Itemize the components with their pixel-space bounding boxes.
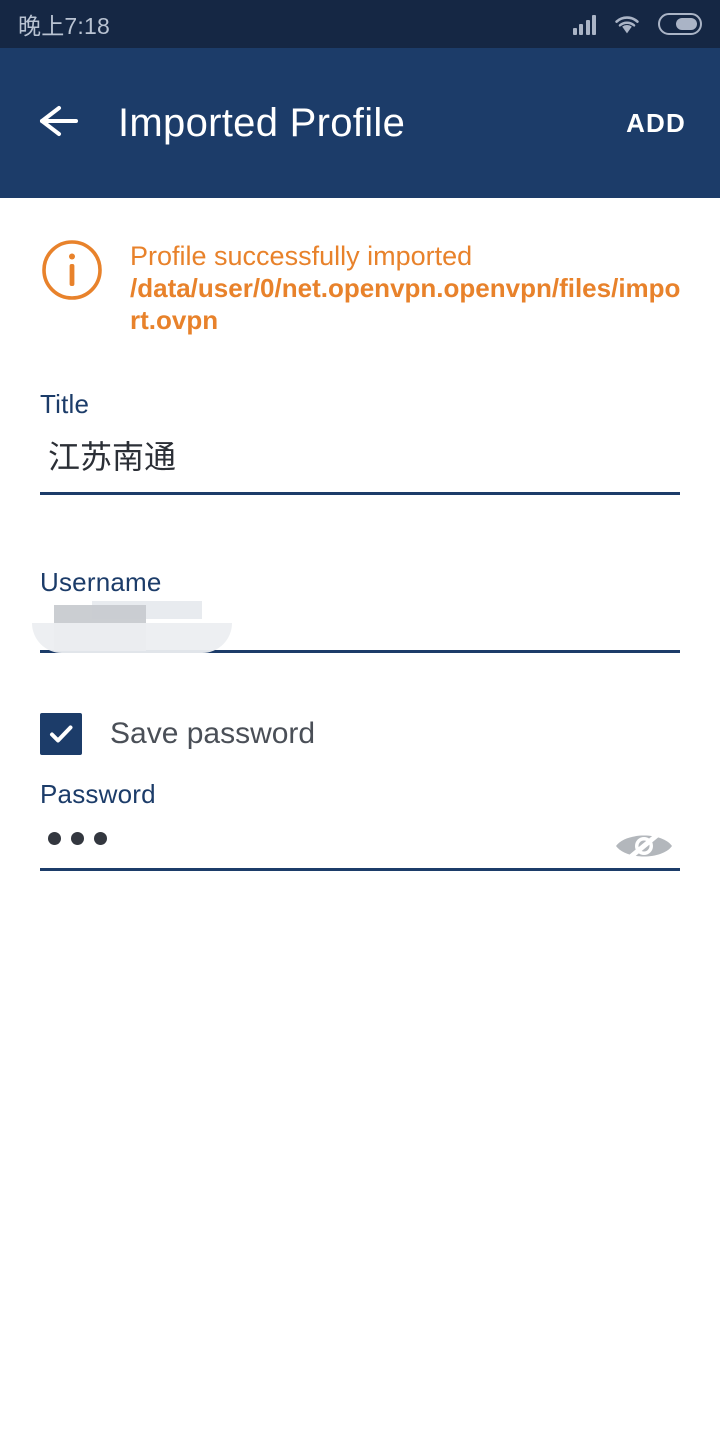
import-status-path: /data/user/0/net.openvpn.openvpn/files/i… — [130, 273, 681, 336]
info-circle-icon — [40, 238, 104, 302]
back-arrow-icon — [32, 101, 82, 146]
import-status-banner: Profile successfully imported /data/user… — [0, 198, 720, 337]
save-password-label: Save password — [110, 716, 316, 750]
username-field-label: Username — [40, 566, 162, 597]
password-field-label: Password — [40, 778, 156, 809]
import-status-text: Profile successfully imported /data/user… — [130, 238, 690, 337]
status-bar: 晚上7:18 — [0, 0, 720, 48]
save-password-checkbox[interactable] — [40, 712, 82, 755]
app-bar: Imported Profile ADD — [0, 48, 720, 198]
page-title: Imported Profile — [118, 100, 406, 145]
app-screen: 晚上7:18 Imported Profile ADD Profile succ… — [0, 0, 720, 1440]
username-field-underline — [40, 649, 680, 653]
battery-icon — [658, 13, 702, 35]
eye-off-icon — [610, 824, 678, 873]
status-bar-icons — [572, 13, 702, 35]
title-field-label: Title — [40, 388, 90, 419]
toggle-password-visibility-button[interactable] — [608, 824, 680, 873]
content-area: Profile successfully imported /data/user… — [0, 198, 720, 1440]
wifi-icon — [613, 13, 641, 35]
title-input[interactable]: 江苏南通 — [40, 420, 680, 492]
username-field[interactable]: Username — [32, 566, 680, 653]
back-button[interactable] — [14, 80, 100, 166]
username-input[interactable] — [40, 598, 680, 650]
import-status-message: Profile successfully imported — [130, 241, 473, 271]
add-button[interactable]: ADD — [620, 96, 692, 151]
password-field-underline — [40, 867, 680, 871]
title-field-underline — [40, 491, 680, 495]
checkmark-icon — [50, 725, 73, 743]
status-bar-clock: 晚上7:18 — [18, 13, 110, 39]
signal-bars-icon — [572, 13, 596, 35]
password-input[interactable] — [40, 810, 680, 868]
save-password-row[interactable]: Save password — [40, 712, 720, 755]
password-field[interactable]: Password — [40, 779, 680, 871]
title-field[interactable]: Title 江苏南通 — [40, 389, 680, 495]
